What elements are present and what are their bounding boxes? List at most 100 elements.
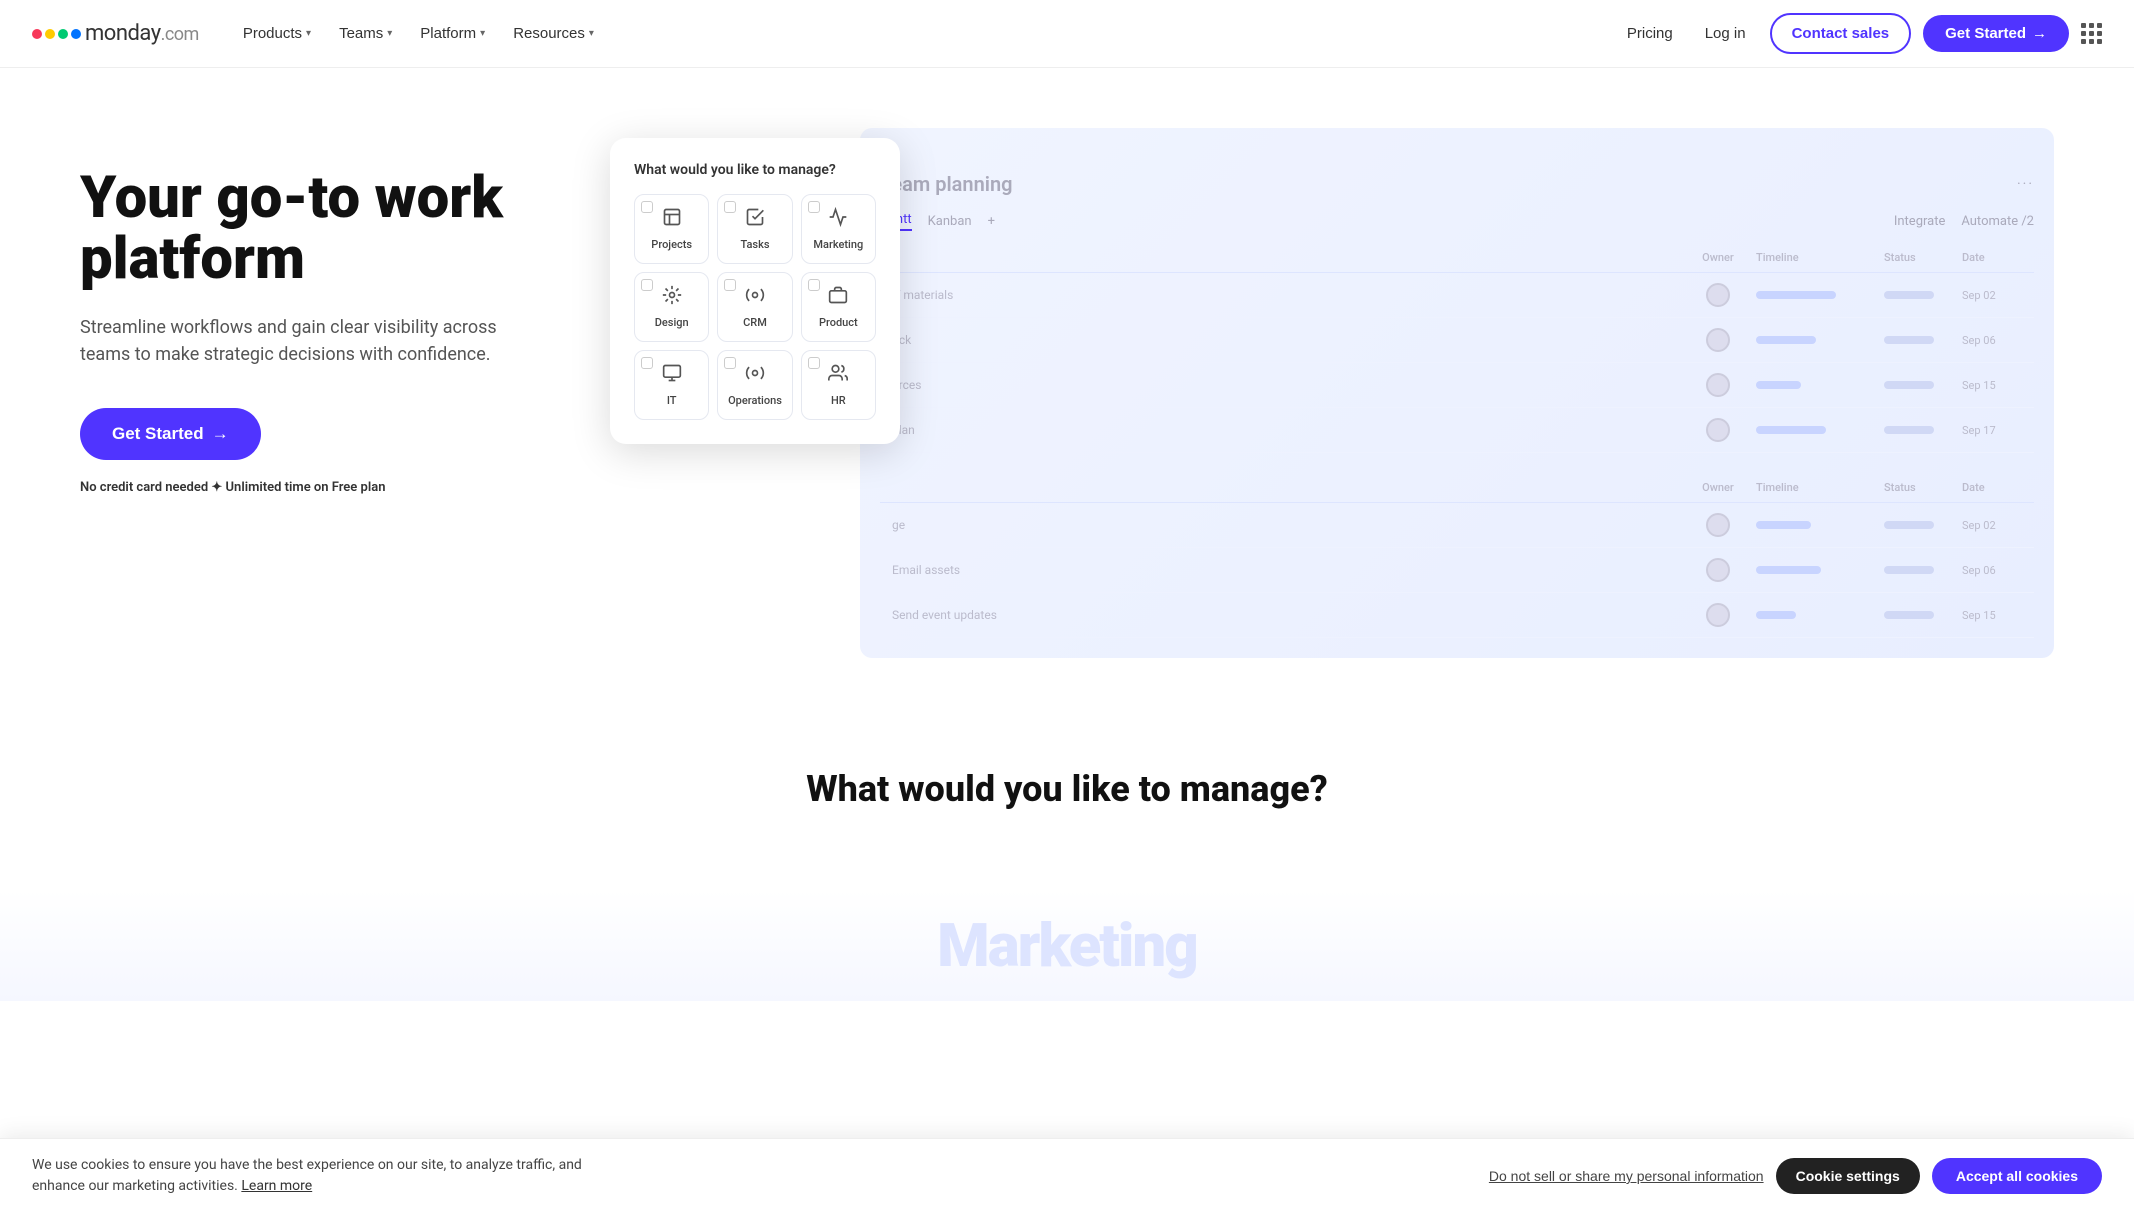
grid-menu-icon[interactable] — [2081, 23, 2102, 44]
nav-products-label: Products — [243, 25, 302, 42]
modal-item-marketing[interactable]: Marketing — [801, 194, 876, 264]
timeline-bar — [1756, 521, 1876, 529]
owner-avatar — [1688, 603, 1748, 627]
get-started-nav-button[interactable]: Get Started → — [1923, 15, 2069, 52]
marketing-preview: Marketing — [0, 890, 2134, 1001]
table-header-2: Owner Timeline Status Date — [880, 473, 2034, 503]
status-pill — [1884, 336, 1954, 344]
col-owner: Owner — [1688, 251, 1748, 264]
status-pill — [1884, 381, 1954, 389]
modal-item-hr[interactable]: HR — [801, 350, 876, 420]
checkbox-projects — [641, 201, 653, 213]
nav-platform[interactable]: Platform ▾ — [408, 17, 497, 50]
hero-note-text: No credit card needed ✦ Unlimited time o… — [80, 480, 385, 495]
logo-suffix: .com — [161, 24, 199, 45]
checkbox-operations — [724, 357, 736, 369]
manage-section: What would you like to manage? — [0, 708, 2134, 890]
accept-cookies-button[interactable]: Accept all cookies — [1932, 1158, 2102, 1194]
arrow-right-icon: → — [212, 424, 229, 444]
nav-resources-label: Resources — [513, 25, 585, 42]
modal-item-product[interactable]: Product — [801, 272, 876, 342]
modal-grid: Projects Tasks Marketing — [634, 194, 876, 420]
table-row: ff materials Sep 02 — [880, 273, 2034, 318]
modal-item-crm[interactable]: CRM — [717, 272, 792, 342]
operations-icon — [745, 363, 765, 388]
more-options-icon[interactable]: ··· — [2017, 176, 2034, 192]
nav-platform-label: Platform — [420, 25, 476, 42]
hero-get-started-button[interactable]: Get Started → — [80, 408, 261, 460]
col-status: Status — [1884, 251, 1954, 264]
tab-add[interactable]: + — [988, 214, 995, 229]
tab-automate[interactable]: Automate /2 — [1961, 214, 2034, 229]
modal-item-projects[interactable]: Projects — [634, 194, 709, 264]
task-name: ge — [892, 518, 1680, 532]
dot-blue — [71, 29, 81, 39]
task-name: urces — [892, 378, 1680, 392]
nav-resources[interactable]: Resources ▾ — [501, 17, 606, 50]
it-icon — [662, 363, 682, 388]
nav-left: monday.com Products ▾ Teams ▾ Platform ▾… — [32, 17, 606, 50]
dot-yellow — [45, 29, 55, 39]
modal-title: What would you like to manage? — [634, 162, 876, 178]
col-task — [892, 251, 1680, 264]
nav-products[interactable]: Products ▾ — [231, 17, 323, 50]
modal-item-tasks[interactable]: Tasks — [717, 194, 792, 264]
status-pill — [1884, 426, 1954, 434]
task-name: ff materials — [892, 288, 1680, 302]
logo-name: monday — [85, 21, 161, 46]
status-pill — [1884, 611, 1954, 619]
tab-kanban[interactable]: Kanban — [928, 214, 972, 229]
col-owner-2: Owner — [1688, 481, 1748, 494]
dot-green — [58, 29, 68, 39]
status-pill — [1884, 566, 1954, 574]
date-cell: Sep 06 — [1962, 334, 2022, 347]
modal-projects-label: Projects — [651, 238, 692, 251]
modal-design-label: Design — [655, 316, 689, 329]
modal-marketing-label: Marketing — [813, 238, 863, 251]
cookie-learn-more-link[interactable]: Learn more — [241, 1178, 312, 1194]
table-row: plan Sep 17 — [880, 408, 2034, 453]
date-cell: Sep 15 — [1962, 379, 2022, 392]
design-icon — [662, 285, 682, 310]
status-pill — [1884, 521, 1954, 529]
table-row: Email assets Sep 06 — [880, 548, 2034, 593]
privacy-button[interactable]: Do not sell or share my personal informa… — [1489, 1168, 1764, 1184]
hero-section: Your go-to work platform Streamline work… — [0, 68, 2134, 708]
nav-teams-label: Teams — [339, 25, 383, 42]
modal-item-operations[interactable]: Operations — [717, 350, 792, 420]
owner-avatar — [1688, 373, 1748, 397]
chevron-down-icon: ▾ — [387, 28, 392, 39]
modal-item-it[interactable]: IT — [634, 350, 709, 420]
logo[interactable]: monday.com — [32, 21, 199, 46]
chevron-down-icon: ▾ — [589, 28, 594, 39]
nav-links: Products ▾ Teams ▾ Platform ▾ Resources … — [231, 17, 606, 50]
owner-avatar — [1688, 283, 1748, 307]
modal-product-label: Product — [819, 316, 858, 329]
modal-it-label: IT — [667, 394, 677, 407]
col-timeline-2: Timeline — [1756, 481, 1876, 494]
hero-cta-label: Get Started — [112, 424, 204, 444]
table-row: Send event updates Sep 15 — [880, 593, 2034, 638]
timeline-bar — [1756, 426, 1876, 434]
checkbox-crm — [724, 279, 736, 291]
date-cell: Sep 17 — [1962, 424, 2022, 437]
checkbox-tasks — [724, 201, 736, 213]
contact-sales-button[interactable]: Contact sales — [1770, 13, 1912, 54]
modal-hr-label: HR — [831, 394, 846, 407]
product-icon — [828, 285, 848, 310]
login-button[interactable]: Log in — [1693, 17, 1758, 50]
col-date: Date — [1962, 251, 2022, 264]
owner-avatar — [1688, 418, 1748, 442]
get-started-nav-label: Get Started — [1945, 25, 2026, 42]
modal-item-design[interactable]: Design — [634, 272, 709, 342]
dashboard-header: Team planning ··· — [880, 172, 2034, 196]
chevron-down-icon: ▾ — [306, 28, 311, 39]
pricing-button[interactable]: Pricing — [1619, 17, 1681, 50]
cookie-settings-button[interactable]: Cookie settings — [1776, 1158, 1920, 1194]
timeline-bar — [1756, 566, 1876, 574]
navbar: monday.com Products ▾ Teams ▾ Platform ▾… — [0, 0, 2134, 68]
tab-integrate[interactable]: Integrate — [1894, 214, 1946, 229]
timeline-bar — [1756, 291, 1876, 299]
nav-teams[interactable]: Teams ▾ — [327, 17, 404, 50]
logo-text: monday.com — [85, 21, 199, 46]
